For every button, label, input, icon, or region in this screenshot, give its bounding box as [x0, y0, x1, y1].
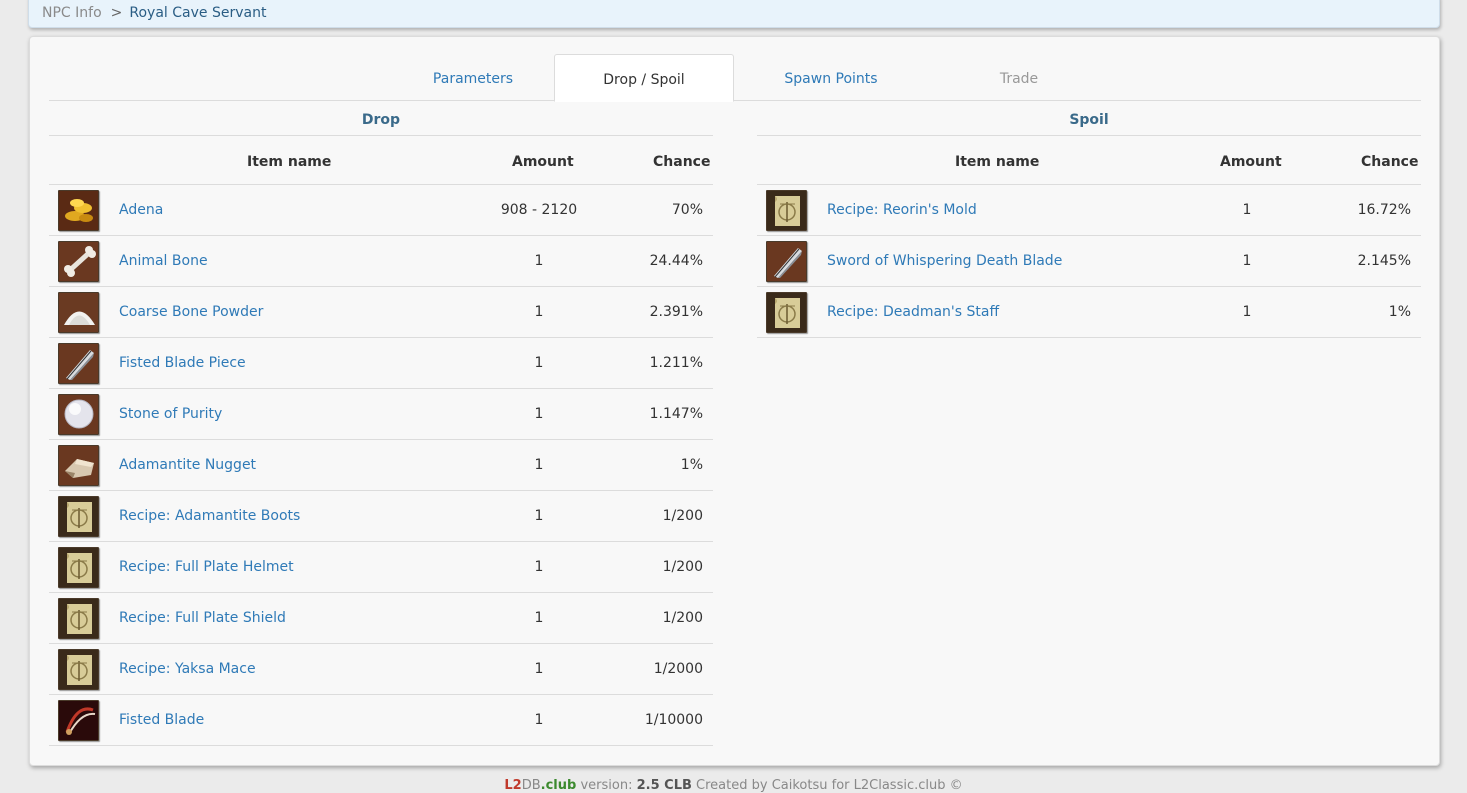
- drop-item-name-link[interactable]: Recipe: Yaksa Mace: [119, 661, 256, 677]
- spoil-item-amount: 1: [1242, 202, 1252, 218]
- breadcrumb-current: Royal Cave Servant: [129, 5, 267, 21]
- recipe-icon[interactable]: [58, 547, 99, 588]
- drop-item-chance: 1%: [680, 457, 703, 473]
- npc-panel: Parameters Drop / Spoil Spawn Points Tra…: [29, 36, 1440, 766]
- tab-spawn-points[interactable]: Spawn Points: [741, 54, 921, 101]
- drop-item-chance: 1.147%: [649, 406, 703, 422]
- drop-row: Fisted Blade 1 1/10000: [49, 695, 713, 746]
- bone-icon[interactable]: [58, 241, 99, 282]
- drop-item-chance: 1/200: [662, 508, 703, 524]
- stone-icon[interactable]: [58, 394, 99, 435]
- drop-row: Recipe: Yaksa Mace 1 1/2000: [49, 644, 713, 695]
- breadcrumb-root[interactable]: NPC Info: [42, 5, 102, 21]
- spoil-header-amount: Amount: [1220, 154, 1282, 170]
- drop-row: Adena 908 - 2120 70%: [49, 185, 713, 236]
- drop-item-chance: 2.391%: [649, 304, 703, 320]
- tab-trade: Trade: [999, 71, 1039, 87]
- spoil-header-name: Item name: [955, 154, 1040, 170]
- drop-item-name-link[interactable]: Recipe: Adamantite Boots: [119, 508, 300, 524]
- drop-row: Stone of Purity 1 1.147%: [49, 389, 713, 440]
- drop-item-name-link[interactable]: Stone of Purity: [119, 406, 222, 422]
- tab-drop-spoil[interactable]: Drop / Spoil: [554, 54, 734, 102]
- footer: L2DB.club version: 2.5 CLB Created by Ca…: [0, 778, 1467, 793]
- drop-item-amount: 1: [534, 712, 544, 728]
- drop-row: Adamantite Nugget 1 1%: [49, 440, 713, 491]
- recipe-icon[interactable]: [58, 496, 99, 537]
- drop-item-name-link[interactable]: Animal Bone: [119, 253, 208, 269]
- recipe-icon[interactable]: [58, 598, 99, 639]
- footer-brand-db: DB: [521, 778, 541, 793]
- footer-brand-club: .club: [540, 778, 577, 793]
- drop-item-amount: 1: [534, 610, 544, 626]
- spoil-item-chance: 1%: [1388, 304, 1411, 320]
- spoil-item-name-link[interactable]: Recipe: Deadman's Staff: [827, 304, 999, 320]
- spoil-row: Sword of Whispering Death Blade 1 2.145%: [757, 236, 1421, 287]
- footer-brand-l2: L2: [504, 778, 522, 793]
- recipe-icon[interactable]: [766, 292, 807, 333]
- drop-item-amount: 1: [534, 304, 544, 320]
- spoil-item-amount: 1: [1242, 304, 1252, 320]
- drop-item-name-link[interactable]: Fisted Blade Piece: [119, 355, 246, 371]
- drop-item-amount: 1: [534, 559, 544, 575]
- drop-item-amount: 1: [534, 355, 544, 371]
- drop-item-name-link[interactable]: Adamantite Nugget: [119, 457, 256, 473]
- spoil-row: Recipe: Deadman's Staff 1 1%: [757, 287, 1421, 338]
- drop-row: Recipe: Adamantite Boots 1 1/200: [49, 491, 713, 542]
- fisted-blade-icon[interactable]: [58, 700, 99, 741]
- spoil-item-amount: 1: [1242, 253, 1252, 269]
- spoil-title: Spoil: [757, 101, 1421, 136]
- footer-version: 2.5 CLB: [636, 778, 692, 793]
- drop-item-chance: 1/10000: [644, 712, 703, 728]
- spoil-row: Recipe: Reorin's Mold 1 16.72%: [757, 185, 1421, 236]
- spoil-header-chance: Chance: [1361, 154, 1419, 170]
- drop-item-chance: 1/200: [662, 559, 703, 575]
- drop-item-chance: 1/200: [662, 610, 703, 626]
- drop-item-amount: 1: [534, 253, 544, 269]
- drop-item-name-link[interactable]: Fisted Blade: [119, 712, 204, 728]
- drop-item-amount: 908 - 2120: [500, 202, 578, 218]
- blade-icon[interactable]: [766, 241, 807, 282]
- nugget-icon[interactable]: [58, 445, 99, 486]
- drop-item-chance: 24.44%: [649, 253, 703, 269]
- drop-header-name: Item name: [247, 154, 332, 170]
- recipe-icon[interactable]: [58, 649, 99, 690]
- drop-header-amount: Amount: [512, 154, 574, 170]
- drop-item-chance: 70%: [671, 202, 703, 218]
- drop-item-amount: 1: [534, 406, 544, 422]
- drop-item-name-link[interactable]: Coarse Bone Powder: [119, 304, 263, 320]
- footer-version-label: version:: [580, 778, 633, 793]
- spoil-item-name-link[interactable]: Recipe: Reorin's Mold: [827, 202, 977, 218]
- powder-icon[interactable]: [58, 292, 99, 333]
- spoil-table: Spoil Item name Amount Chance Recipe: Re…: [757, 101, 1421, 338]
- spoil-item-name-link[interactable]: Sword of Whispering Death Blade: [827, 253, 1062, 269]
- drop-item-name-link[interactable]: Recipe: Full Plate Shield: [119, 610, 286, 626]
- drop-item-amount: 1: [534, 508, 544, 524]
- recipe-icon[interactable]: [766, 190, 807, 231]
- tab-parameters[interactable]: Parameters: [383, 54, 563, 101]
- drop-item-chance: 1/2000: [653, 661, 703, 677]
- drop-row: Animal Bone 1 24.44%: [49, 236, 713, 287]
- drop-item-amount: 1: [534, 661, 544, 677]
- tab-bar: Parameters Drop / Spoil Spawn Points Tra…: [49, 54, 1421, 102]
- drop-header-row: Item name Amount Chance: [49, 136, 713, 185]
- spoil-item-chance: 16.72%: [1357, 202, 1411, 218]
- drop-row: Recipe: Full Plate Shield 1 1/200: [49, 593, 713, 644]
- drop-row: Coarse Bone Powder 1 2.391%: [49, 287, 713, 338]
- drop-item-chance: 1.211%: [649, 355, 703, 371]
- drop-item-name-link[interactable]: Adena: [119, 202, 163, 218]
- breadcrumb: NPC Info > Royal Cave Servant: [28, 0, 1440, 28]
- drop-header-chance: Chance: [653, 154, 711, 170]
- drop-row: Recipe: Full Plate Helmet 1 1/200: [49, 542, 713, 593]
- adena-icon[interactable]: [58, 190, 99, 231]
- spoil-header-row: Item name Amount Chance: [757, 136, 1421, 185]
- footer-credit: Created by Caikotsu for L2Classic.club ©: [696, 778, 963, 793]
- breadcrumb-separator: >: [110, 5, 123, 21]
- drop-item-amount: 1: [534, 457, 544, 473]
- drop-row: Fisted Blade Piece 1 1.211%: [49, 338, 713, 389]
- drop-item-name-link[interactable]: Recipe: Full Plate Helmet: [119, 559, 294, 575]
- blade-icon[interactable]: [58, 343, 99, 384]
- spoil-item-chance: 2.145%: [1357, 253, 1411, 269]
- drop-title: Drop: [49, 101, 713, 136]
- drop-table: Drop Item name Amount Chance Adena 908 - …: [49, 101, 713, 746]
